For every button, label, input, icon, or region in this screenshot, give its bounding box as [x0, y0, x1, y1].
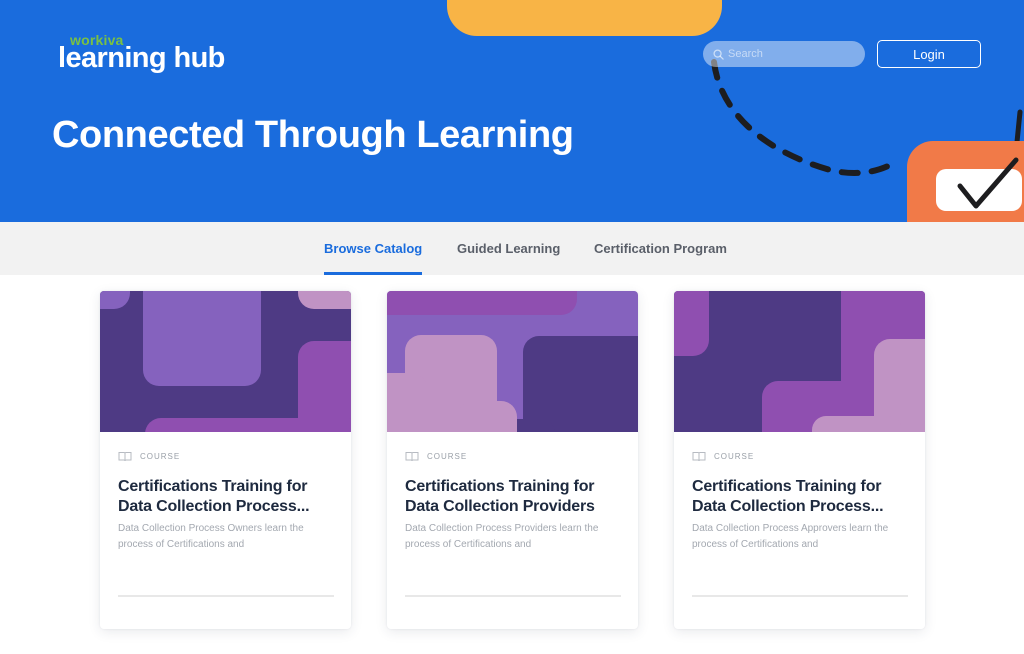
- catalog-nav: Browse Catalog Guided Learning Certifica…: [0, 222, 1024, 275]
- card-type: COURSE: [118, 451, 180, 462]
- card-divider: [692, 595, 908, 597]
- course-thumbnail: [387, 291, 638, 432]
- card-type-label: COURSE: [427, 452, 468, 461]
- card-title[interactable]: Certifications Training for Data Collect…: [118, 477, 340, 517]
- course-thumbnail: [100, 291, 351, 432]
- book-icon: [692, 452, 706, 462]
- card-divider: [118, 595, 334, 597]
- search-icon: [713, 48, 724, 60]
- card-description: Data Collection Process Providers learn …: [405, 523, 599, 550]
- card-title[interactable]: Certifications Training for Data Collect…: [405, 477, 627, 517]
- login-button[interactable]: Login: [877, 40, 981, 68]
- card-type-label: COURSE: [714, 452, 755, 461]
- card-type: COURSE: [405, 451, 467, 462]
- course-thumbnail: [674, 291, 925, 432]
- card-type: COURSE: [692, 451, 754, 462]
- course-card[interactable]: COURSE Certifications Training for Data …: [387, 291, 638, 629]
- tab-browse-catalog[interactable]: Browse Catalog: [324, 222, 423, 275]
- card-divider: [405, 595, 621, 597]
- page-headline: Connected Through Learning: [52, 114, 574, 156]
- card-type-label: COURSE: [140, 452, 181, 461]
- tab-guided-learning[interactable]: Guided Learning: [457, 222, 560, 275]
- logo-main: learning hub: [58, 42, 225, 74]
- book-icon: [118, 452, 132, 462]
- card-description: Data Collection Process Approvers learn …: [692, 523, 889, 550]
- course-card[interactable]: COURSE Certifications Training for Data …: [100, 291, 351, 629]
- card-description: Data Collection Process Owners learn the…: [118, 523, 304, 550]
- checkmark-icon: [957, 157, 1019, 209]
- hero-banner: workiva learning hub Login Connected Thr…: [0, 0, 1024, 222]
- book-icon: [405, 452, 419, 462]
- search-bar[interactable]: [703, 41, 865, 67]
- search-input[interactable]: [728, 48, 858, 60]
- course-card[interactable]: COURSE Certifications Training for Data …: [674, 291, 925, 629]
- tab-certification-program[interactable]: Certification Program: [594, 222, 727, 275]
- card-title[interactable]: Certifications Training for Data Collect…: [692, 477, 914, 517]
